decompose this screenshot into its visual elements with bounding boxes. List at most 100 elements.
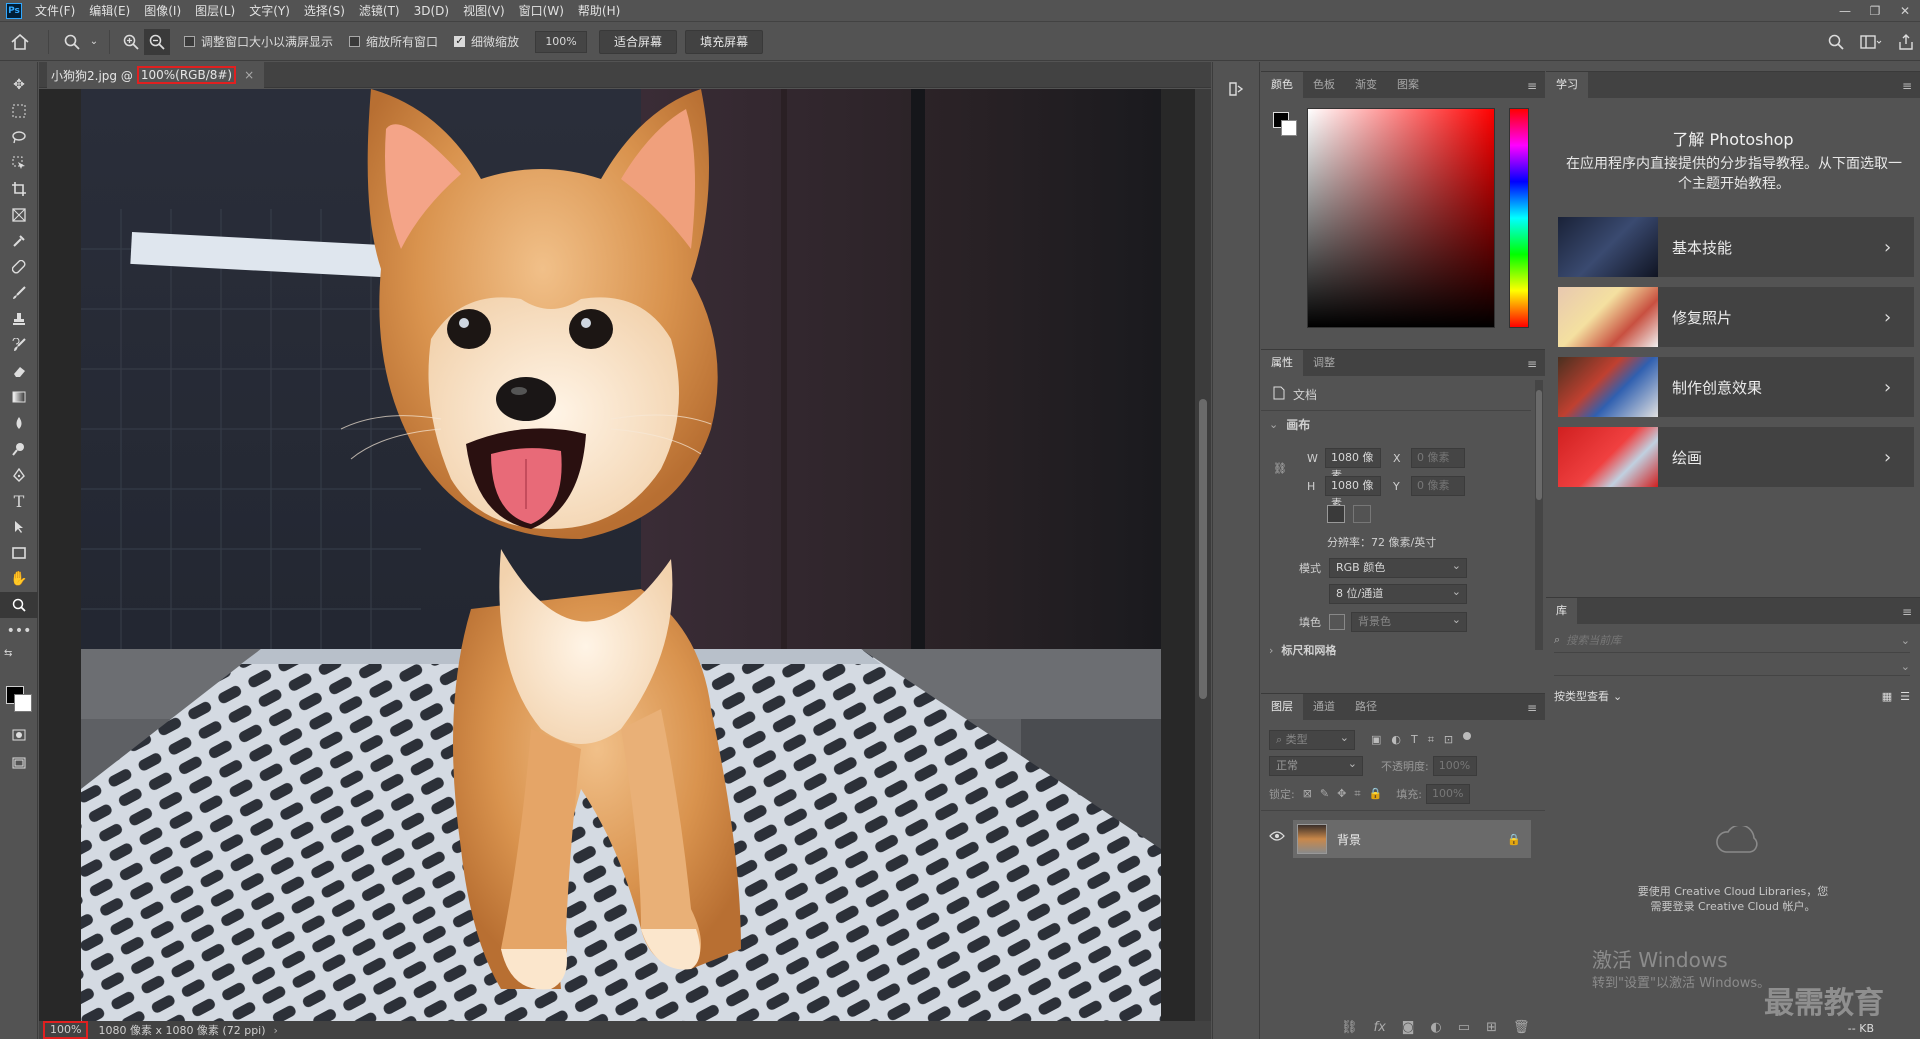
learn-card-creative-effects[interactable]: 制作创意效果 › <box>1558 357 1914 417</box>
library-search-input[interactable]: 搜索当前库 <box>1566 632 1901 648</box>
tab-color[interactable]: 颜色 <box>1261 72 1303 98</box>
height-field[interactable]: 1080 像素 <box>1325 476 1381 510</box>
fill-swatch[interactable] <box>1329 614 1345 630</box>
tab-libraries[interactable]: 库 <box>1546 598 1577 624</box>
opacity-field[interactable]: 100% <box>1432 756 1477 776</box>
tab-patterns[interactable]: 图案 <box>1387 72 1429 98</box>
menu-filter[interactable]: 滤镜(T) <box>352 0 407 22</box>
layer-row-background[interactable]: 背景 🔒 <box>1293 820 1531 858</box>
menu-view[interactable]: 视图(V) <box>456 0 512 22</box>
panel-menu-icon[interactable]: ≡ <box>1527 701 1537 715</box>
adjustment-layer-icon[interactable]: ◐ <box>1430 1020 1441 1035</box>
blur-tool-icon[interactable] <box>0 410 38 436</box>
zoom-tool-icon[interactable] <box>0 592 38 618</box>
zoom-out-icon[interactable] <box>144 28 170 55</box>
more-tools-icon[interactable]: ••• <box>0 618 38 644</box>
bit-depth-select[interactable]: 8 位/通道 <box>1329 583 1467 604</box>
panel-menu-icon[interactable]: ≡ <box>1527 357 1537 371</box>
fx-icon[interactable]: fx <box>1374 1020 1386 1035</box>
learn-card-basic-skills[interactable]: 基本技能 › <box>1558 217 1914 277</box>
scrollbar-thumb[interactable] <box>1199 399 1207 699</box>
healing-brush-tool-icon[interactable] <box>0 254 38 280</box>
layer-filter-icons[interactable]: ▣◐T⌗⊡ <box>1371 733 1463 747</box>
swap-colors-icon[interactable]: ⇆ <box>0 644 38 662</box>
background-color-swatch[interactable] <box>14 694 32 712</box>
add-mask-icon[interactable]: ◙ <box>1402 1020 1415 1035</box>
fit-screen-button[interactable]: 适合屏幕 <box>599 29 678 54</box>
layer-name[interactable]: 背景 <box>1337 831 1507 848</box>
panel-menu-icon[interactable]: ≡ <box>1527 79 1537 93</box>
chevron-right-icon[interactable]: › <box>1269 644 1273 656</box>
restore-icon[interactable]: ❐ <box>1860 0 1890 22</box>
menu-layer[interactable]: 图层(L) <box>188 0 242 22</box>
move-tool-icon[interactable]: ✥ <box>0 72 38 98</box>
link-icon[interactable]: ⛓ <box>1273 462 1287 475</box>
lasso-tool-icon[interactable] <box>0 124 38 150</box>
crop-tool-icon[interactable] <box>0 176 38 202</box>
learn-card-fix-photo[interactable]: 修复照片 › <box>1558 287 1914 347</box>
workspace-icon[interactable] <box>1860 34 1882 50</box>
color-panel-background-swatch[interactable] <box>1281 120 1297 136</box>
menu-type[interactable]: 文字(Y) <box>242 0 297 22</box>
view-by-type-select[interactable]: 按类型查看 <box>1554 688 1609 704</box>
minimize-icon[interactable]: — <box>1830 0 1860 22</box>
search-icon[interactable] <box>1828 34 1844 50</box>
object-select-tool-icon[interactable] <box>0 150 38 176</box>
layer-fill-field[interactable]: 100% <box>1425 784 1470 804</box>
tab-gradients[interactable]: 渐变 <box>1345 72 1387 98</box>
new-group-icon[interactable]: ▭ <box>1458 1020 1470 1035</box>
tab-layers[interactable]: 图层 <box>1261 694 1303 720</box>
tab-swatches[interactable]: 色板 <box>1303 72 1345 98</box>
rectangle-tool-icon[interactable] <box>0 540 38 566</box>
menu-help[interactable]: 帮助(H) <box>571 0 627 22</box>
quick-mask-icon[interactable] <box>0 722 38 748</box>
landscape-orientation-icon[interactable] <box>1353 505 1371 523</box>
chevron-down-icon[interactable]: ⌄ <box>1613 690 1622 703</box>
y-field[interactable]: 0 像素 <box>1411 476 1465 496</box>
history-panel-icon[interactable] <box>1227 80 1245 101</box>
menu-image[interactable]: 图像(I) <box>137 0 188 22</box>
screen-mode-icon[interactable] <box>0 750 38 776</box>
color-mode-select[interactable]: RGB 颜色 <box>1329 557 1467 578</box>
menu-file[interactable]: 文件(F) <box>28 0 82 22</box>
grid-view-icon[interactable]: ▦ <box>1882 690 1892 703</box>
menu-select[interactable]: 选择(S) <box>297 0 352 22</box>
visibility-eye-icon[interactable] <box>1269 830 1285 845</box>
rulers-grids-section-title[interactable]: 标尺和网格 <box>1281 644 1336 656</box>
clone-stamp-tool-icon[interactable] <box>0 306 38 332</box>
marquee-tool-icon[interactable] <box>0 98 38 124</box>
document-tab[interactable]: 小狗狗2.jpg @ 100%(RGB/8#) × <box>47 62 265 88</box>
dodge-tool-icon[interactable] <box>0 436 38 462</box>
tab-channels[interactable]: 通道 <box>1303 694 1345 720</box>
delete-layer-icon[interactable]: 🗑 <box>1513 1020 1530 1035</box>
share-icon[interactable] <box>1898 34 1914 50</box>
fill-screen-button[interactable]: 填充屏幕 <box>685 29 764 54</box>
status-chevron-icon[interactable]: › <box>274 1024 278 1037</box>
eraser-tool-icon[interactable] <box>0 358 38 384</box>
library-select[interactable]: ⌄ <box>1554 658 1910 676</box>
status-zoom[interactable]: 100% <box>43 1021 89 1039</box>
path-selection-tool-icon[interactable] <box>0 514 38 540</box>
learn-card-painting[interactable]: 绘画 › <box>1558 427 1914 487</box>
properties-scrollbar[interactable] <box>1535 380 1543 650</box>
tab-paths[interactable]: 路径 <box>1345 694 1387 720</box>
pen-tool-icon[interactable] <box>0 462 38 488</box>
canvas-area[interactable] <box>39 89 1211 1021</box>
type-tool-icon[interactable]: T <box>0 488 38 514</box>
filter-toggle-icon[interactable] <box>1463 732 1472 740</box>
home-icon[interactable] <box>0 33 40 50</box>
zoom-in-icon[interactable] <box>118 34 144 50</box>
tab-learn[interactable]: 学习 <box>1546 72 1588 98</box>
width-field[interactable]: 1080 像素 <box>1325 448 1381 482</box>
link-layers-icon[interactable]: ⛓ <box>1341 1020 1358 1035</box>
new-layer-icon[interactable]: ⊞ <box>1486 1020 1497 1035</box>
eyedropper-tool-icon[interactable] <box>0 228 38 254</box>
scrubby-zoom-checkbox[interactable]: ✓ 细微缩放 <box>454 33 519 50</box>
panel-menu-icon[interactable]: ≡ <box>1902 605 1912 619</box>
gradient-tool-icon[interactable] <box>0 384 38 410</box>
panel-menu-icon[interactable]: ≡ <box>1902 79 1912 93</box>
layers-footer-icons[interactable]: ⛓ fx ◙ ◐ ▭ ⊞ 🗑 <box>1341 1020 1529 1035</box>
frame-tool-icon[interactable] <box>0 202 38 228</box>
list-view-icon[interactable]: ☰ <box>1900 690 1910 703</box>
x-field[interactable]: 0 像素 <box>1411 448 1465 468</box>
